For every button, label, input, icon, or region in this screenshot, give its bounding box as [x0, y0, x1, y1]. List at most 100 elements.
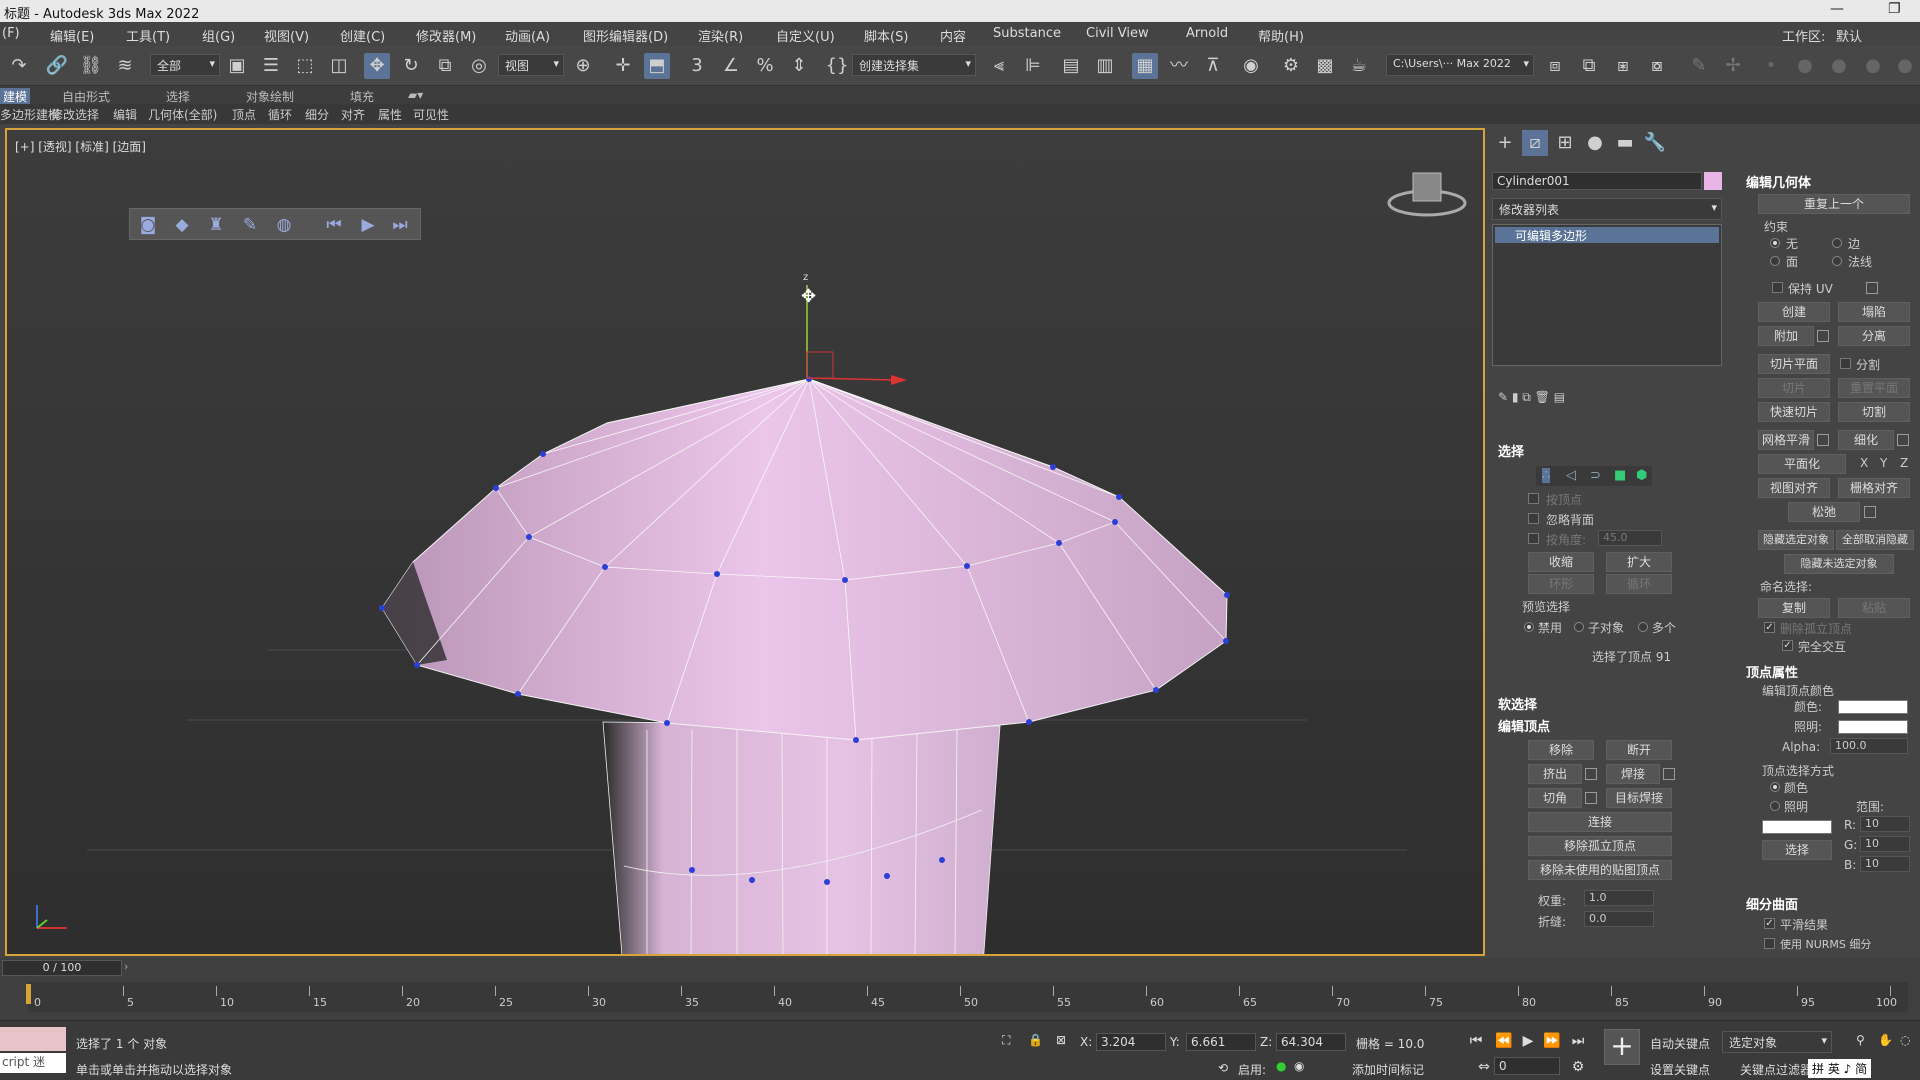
- ribbon-vertices[interactable]: 顶点: [232, 106, 256, 123]
- utilities-tab-icon[interactable]: 🔧: [1642, 130, 1668, 156]
- weld-settings-icon[interactable]: [1663, 768, 1675, 780]
- schematic-view-icon[interactable]: ⊼: [1200, 53, 1226, 79]
- next-frame-icon[interactable]: ⏩: [1542, 1031, 1562, 1051]
- polygon-mode-icon[interactable]: ■: [1614, 468, 1626, 483]
- set-key-button[interactable]: 设置关键点: [1650, 1061, 1710, 1078]
- key-mode-icon[interactable]: ⇔: [1474, 1057, 1494, 1077]
- ribbon-geometry-all[interactable]: 几何体(全部): [148, 106, 217, 123]
- menu-animation[interactable]: 动画(A): [505, 26, 550, 45]
- scene-explorer-icon[interactable]: ▤: [1058, 53, 1084, 79]
- attach-button[interactable]: 附加: [1758, 326, 1814, 346]
- select-by-name-icon[interactable]: ☰: [258, 53, 284, 79]
- create-tab-icon[interactable]: +: [1492, 130, 1518, 156]
- menu-scripting[interactable]: 脚本(S): [864, 26, 908, 45]
- vertex-properties-rollout-title[interactable]: 顶点属性: [1746, 662, 1798, 681]
- make-planar-button[interactable]: 平面化: [1758, 454, 1846, 474]
- repeat-last-button[interactable]: 重复上一个: [1758, 194, 1910, 214]
- paste-button[interactable]: 粘贴: [1838, 598, 1910, 618]
- lock-selection-icon[interactable]: 🔒: [1028, 1033, 1043, 1047]
- isolate-icon[interactable]: ⛶: [1002, 1033, 1010, 1048]
- element-mode-icon[interactable]: ⬢: [1636, 468, 1647, 483]
- rendered-frame-icon[interactable]: ▩: [1312, 53, 1338, 79]
- connect-button[interactable]: 连接: [1528, 812, 1672, 832]
- planar-y-button[interactable]: Y: [1880, 456, 1887, 470]
- quickslice-button[interactable]: 快速切片: [1758, 402, 1830, 422]
- goto-start-icon[interactable]: ⏮: [1466, 1031, 1486, 1051]
- menu-graph-editors[interactable]: 图形编辑器(D): [583, 26, 668, 45]
- menu-views[interactable]: 视图(V): [264, 26, 309, 45]
- delete-isolated-checkbox[interactable]: ✓: [1764, 622, 1775, 633]
- z-coordinate-field[interactable]: 64.304: [1276, 1033, 1346, 1051]
- add-time-tag-label[interactable]: 添加时间标记: [1352, 1061, 1424, 1078]
- goto-end-icon[interactable]: ⏭: [1568, 1031, 1588, 1051]
- layer-explorer-icon[interactable]: ▥: [1092, 53, 1118, 79]
- prev-frame-icon[interactable]: ⏪: [1494, 1031, 1514, 1051]
- motion-tab-icon[interactable]: ●: [1582, 130, 1608, 156]
- target-weld-button[interactable]: 目标焊接: [1606, 788, 1672, 808]
- ring-button[interactable]: 环形: [1528, 574, 1594, 594]
- chamfer-settings-icon[interactable]: [1585, 792, 1597, 804]
- redo-icon[interactable]: ↷: [6, 53, 32, 79]
- minimize-icon[interactable]: —: [1830, 1, 1844, 17]
- curve-editor-icon[interactable]: 〰: [1166, 53, 1192, 79]
- cut-button[interactable]: 切割: [1838, 402, 1910, 422]
- stack-item-editable-poly[interactable]: 可编辑多边形: [1495, 227, 1719, 243]
- render-icon[interactable]: ☕: [1346, 53, 1372, 79]
- rect-selection-icon[interactable]: ⬚: [292, 53, 318, 79]
- open-explorer-icon[interactable]: ⧈: [1542, 53, 1568, 79]
- spinner-snap-icon[interactable]: ⇕: [786, 53, 812, 79]
- material-editor-icon[interactable]: ◉: [1238, 53, 1264, 79]
- alpha-spinner[interactable]: 100.0: [1830, 738, 1908, 754]
- create-button[interactable]: 创建: [1758, 302, 1830, 322]
- select-rotate-icon[interactable]: ↻: [398, 53, 424, 79]
- split-checkbox[interactable]: [1840, 358, 1851, 369]
- angle-spinner[interactable]: 45.0: [1598, 530, 1662, 546]
- time-marker[interactable]: [26, 984, 31, 1004]
- current-frame-field[interactable]: 0: [1494, 1057, 1560, 1075]
- enable-status-icon[interactable]: ●: [1276, 1059, 1286, 1073]
- copy-button[interactable]: 复制: [1758, 598, 1830, 618]
- toolbar-extra-icon[interactable]: ⧇: [1644, 53, 1670, 79]
- ribbon-tab-populate[interactable]: 填充: [350, 88, 374, 105]
- maxscript-mini-listener[interactable]: cript 迷: [0, 1053, 66, 1073]
- meshsmooth-button[interactable]: 网格平滑: [1758, 430, 1814, 450]
- preserve-uv-settings-icon[interactable]: [1866, 282, 1878, 294]
- slice-plane-button[interactable]: 切片平面: [1758, 354, 1830, 374]
- remove-button[interactable]: 移除: [1528, 740, 1594, 760]
- sphere-icon-3[interactable]: ●: [1860, 53, 1886, 79]
- keyboard-shortcut-toggle-icon[interactable]: ⬒: [644, 53, 670, 79]
- ribbon-properties[interactable]: 属性: [378, 106, 402, 123]
- extrude-settings-icon[interactable]: [1585, 768, 1597, 780]
- constraint-normal-radio[interactable]: [1832, 256, 1842, 266]
- menu-civil-view[interactable]: Civil View: [1086, 26, 1149, 41]
- chamfer-button[interactable]: 切角: [1528, 788, 1582, 808]
- ribbon-edit[interactable]: 编辑: [113, 106, 137, 123]
- workspace-dropdown[interactable]: 默认: [1836, 26, 1862, 45]
- break-button[interactable]: 断开: [1606, 740, 1672, 760]
- crease-spinner[interactable]: 0.0: [1584, 911, 1654, 927]
- grid-align-button[interactable]: 栅格对齐: [1838, 478, 1910, 498]
- range-r-spinner[interactable]: 10: [1860, 816, 1910, 832]
- menu-arnold[interactable]: Arnold: [1186, 26, 1228, 41]
- orbit-icon[interactable]: ◌: [1900, 1033, 1910, 1047]
- time-slider-next-icon[interactable]: ›: [124, 960, 128, 973]
- remove-unused-map-verts-button[interactable]: 移除未使用的贴图顶点: [1528, 860, 1672, 880]
- key-filters-button[interactable]: 关键点过滤器: [1740, 1061, 1812, 1078]
- reset-plane-button[interactable]: 重置平面: [1838, 378, 1910, 398]
- tessellate-button[interactable]: 细化: [1838, 430, 1894, 450]
- render-setup-icon[interactable]: ⚙: [1278, 53, 1304, 79]
- link-icon[interactable]: 🔗: [44, 53, 70, 79]
- select-scale-icon[interactable]: ⧉: [432, 53, 458, 79]
- sphere-icon-4[interactable]: ●: [1892, 53, 1918, 79]
- ime-status[interactable]: 拼 英 ♪ 简: [1808, 1059, 1872, 1078]
- preserve-uv-checkbox[interactable]: [1772, 282, 1783, 293]
- sphere-icon-2[interactable]: ●: [1826, 53, 1852, 79]
- menu-rendering[interactable]: 渲染(R): [698, 26, 743, 45]
- shrink-button[interactable]: 收缩: [1528, 552, 1594, 572]
- x-coordinate-field[interactable]: 3.204: [1096, 1033, 1166, 1051]
- ribbon-toggle-icon[interactable]: ▦: [1132, 53, 1158, 79]
- constraint-edge-radio[interactable]: [1832, 238, 1842, 248]
- unlink-icon[interactable]: ⛓: [78, 53, 104, 79]
- pan-icon[interactable]: ✋: [1878, 1033, 1893, 1047]
- vertex-illum-swatch[interactable]: [1838, 720, 1908, 734]
